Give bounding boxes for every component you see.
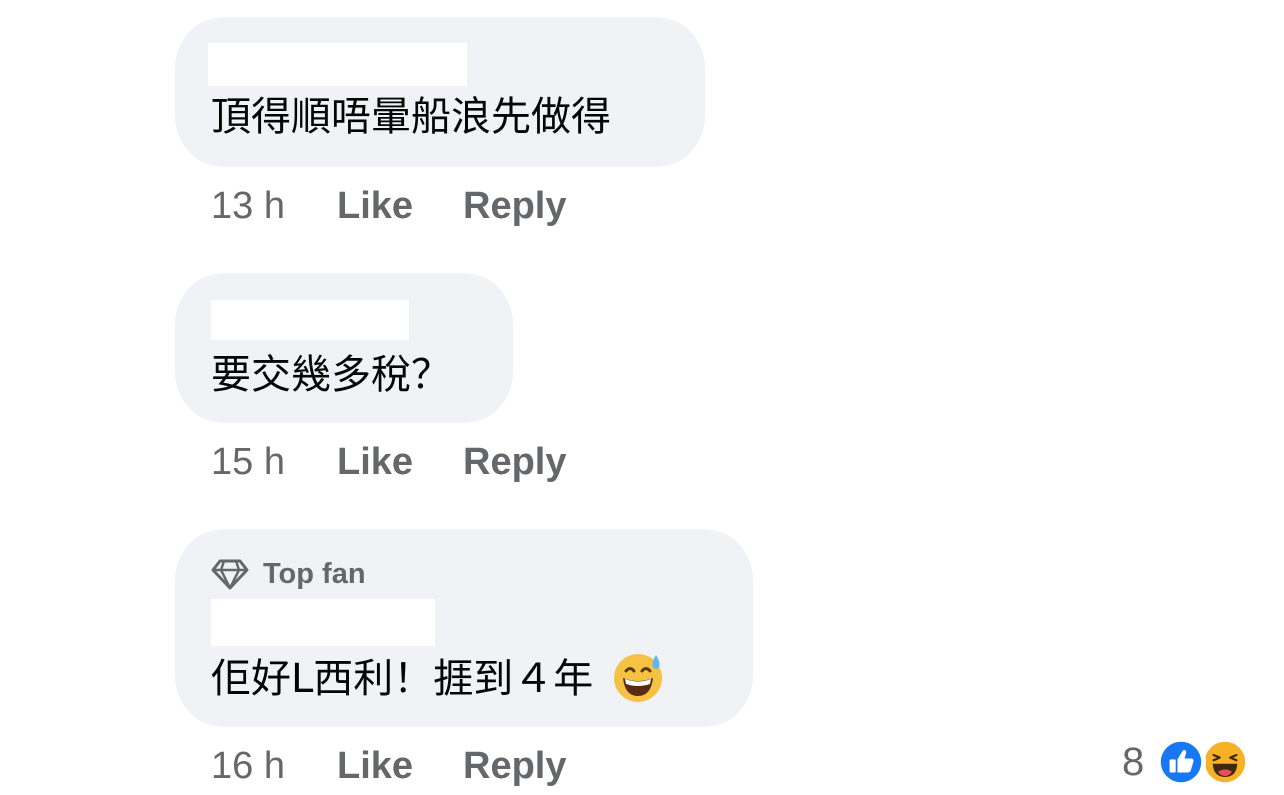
top-fan-label: Top fan (263, 557, 366, 590)
reply-button[interactable]: Reply (463, 182, 566, 230)
diamond-icon (211, 559, 249, 590)
top-fan-badge[interactable]: Top fan (211, 557, 366, 591)
comment-bubble: 要交幾多稅？ (175, 273, 513, 423)
comment-timestamp[interactable]: 15 h (211, 438, 285, 486)
comment-text-body: 佢好L西利！捱到４年 (211, 656, 594, 702)
comment-text: 要交幾多稅？ (211, 352, 451, 398)
like-button[interactable]: Like (337, 182, 413, 230)
like-button[interactable]: Like (337, 438, 413, 486)
comment-text: 佢好L西利！捱到４年 (211, 654, 664, 707)
redacted-author-name (211, 300, 409, 340)
redacted-author-name (208, 43, 467, 86)
comment-bubble: 頂得順唔暈船浪先做得 (175, 17, 705, 167)
redacted-author-name (211, 599, 435, 646)
reaction-count: 8 (1122, 739, 1145, 784)
reply-button[interactable]: Reply (463, 742, 566, 790)
comment-bubble: Top fan 佢好L西利！捱到４年 (175, 529, 753, 727)
comment-text: 頂得順唔暈船浪先做得 (211, 94, 611, 140)
reaction-summary[interactable]: 8 (1122, 736, 1251, 788)
like-icon (1156, 737, 1207, 787)
comment-timestamp[interactable]: 13 h (211, 182, 285, 230)
like-button[interactable]: Like (337, 742, 413, 790)
haha-icon (1200, 737, 1251, 787)
grinning-face-with-sweat-icon (614, 654, 663, 702)
comment-timestamp[interactable]: 16 h (211, 742, 285, 790)
reply-button[interactable]: Reply (463, 438, 566, 486)
